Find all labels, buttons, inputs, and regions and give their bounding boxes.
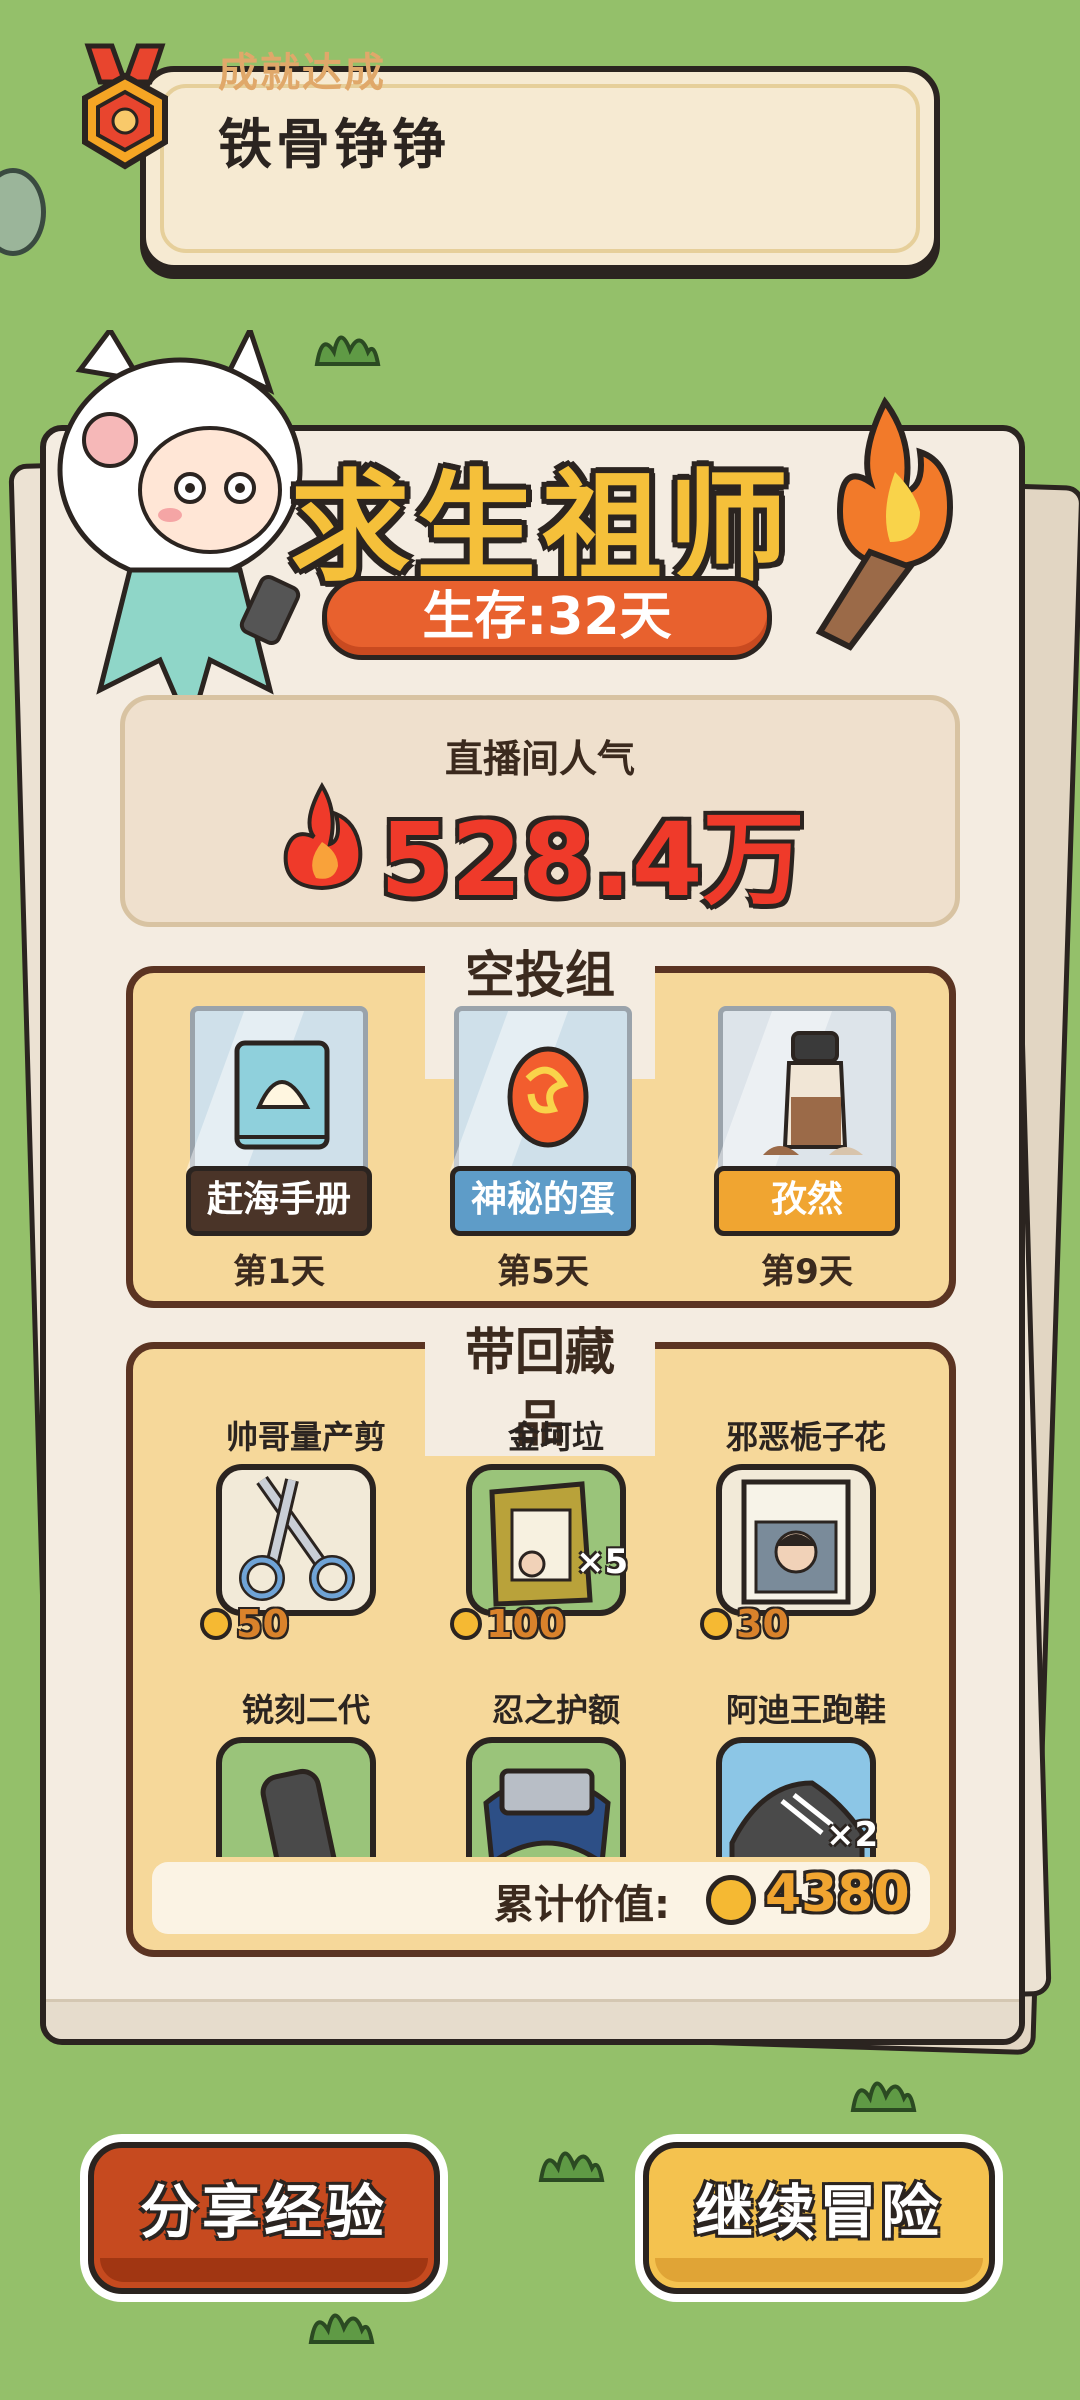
collection-item-name: 忍之护额 [491, 1691, 620, 1729]
achievement-title: 铁骨铮铮 [218, 113, 450, 176]
collection-item-price: 30 [700, 1602, 789, 1646]
collection-item[interactable]: 阿迪王跑鞋 ×2 [706, 1685, 906, 1857]
airdrop-item-day: 第1天 [233, 1252, 325, 1292]
coin-icon [706, 1875, 756, 1925]
headband-icon [483, 1768, 611, 1857]
popularity-label: 直播间人气 [444, 737, 635, 781]
mystery-egg-icon [507, 1046, 589, 1148]
popularity-value: 528.4万 [380, 801, 805, 920]
achievement-subtitle: 成就达成 [218, 50, 386, 96]
collection-item[interactable]: 锐刻二代 [206, 1685, 406, 1857]
spice-jar-icon [763, 1031, 863, 1155]
airdrop-item-day: 第9天 [761, 1252, 853, 1292]
quantity-badge: ×2 [826, 1815, 879, 1855]
collection-item-price: 50 [200, 1602, 289, 1646]
continue-adventure-button[interactable]: 继续冒险 [643, 2142, 995, 2294]
grass-decoration [850, 2081, 917, 2112]
shell-book-icon [234, 1040, 330, 1150]
collection-item-name: 阿迪王跑鞋 [725, 1691, 886, 1729]
collection-item-name: 帅哥量产剪 [225, 1418, 386, 1456]
grass-decoration [538, 2151, 605, 2182]
coin-icon [450, 1608, 482, 1640]
fire-icon [283, 782, 363, 891]
airdrop-item-name: 赶海手册 [186, 1166, 372, 1236]
quantity-badge: ×5 [576, 1542, 629, 1582]
coin-icon [200, 1608, 232, 1640]
coin-icon [700, 1608, 732, 1640]
grass-decoration [308, 2313, 375, 2344]
scissors-icon [239, 1475, 355, 1601]
survival-days-badge: 生存:32天 [322, 576, 772, 660]
collection-item-price: 100 [450, 1602, 565, 1646]
share-experience-button[interactable]: 分享经验 [88, 2142, 440, 2294]
torch-icon [815, 396, 954, 651]
share-button-label: 分享经验 [139, 2178, 388, 2246]
collection-item-name: 锐刻二代 [241, 1691, 370, 1729]
vape-icon [260, 1768, 340, 1857]
airdrop-item-day: 第5天 [497, 1252, 589, 1292]
medal-icon [82, 43, 168, 170]
collection-item-name: 金坷垃 [507, 1418, 604, 1456]
book-cover-icon [741, 1479, 851, 1605]
airdrop-item-name: 孜然 [714, 1166, 900, 1236]
collection-item-name: 邪恶栀子花 [725, 1418, 886, 1456]
continue-button-label: 继续冒险 [694, 2178, 943, 2246]
character-avatar [57, 330, 303, 738]
total-value: 4380 [765, 1864, 910, 1924]
fertilizer-bag-icon [489, 1481, 593, 1607]
airdrop-item-name: 神秘的蛋 [450, 1166, 636, 1236]
grass-decoration [314, 335, 381, 366]
total-value-label: 累计价值: [494, 1882, 670, 1928]
collection-item[interactable]: 忍之护额 [456, 1685, 656, 1857]
side-menu-avatar[interactable] [0, 168, 46, 256]
